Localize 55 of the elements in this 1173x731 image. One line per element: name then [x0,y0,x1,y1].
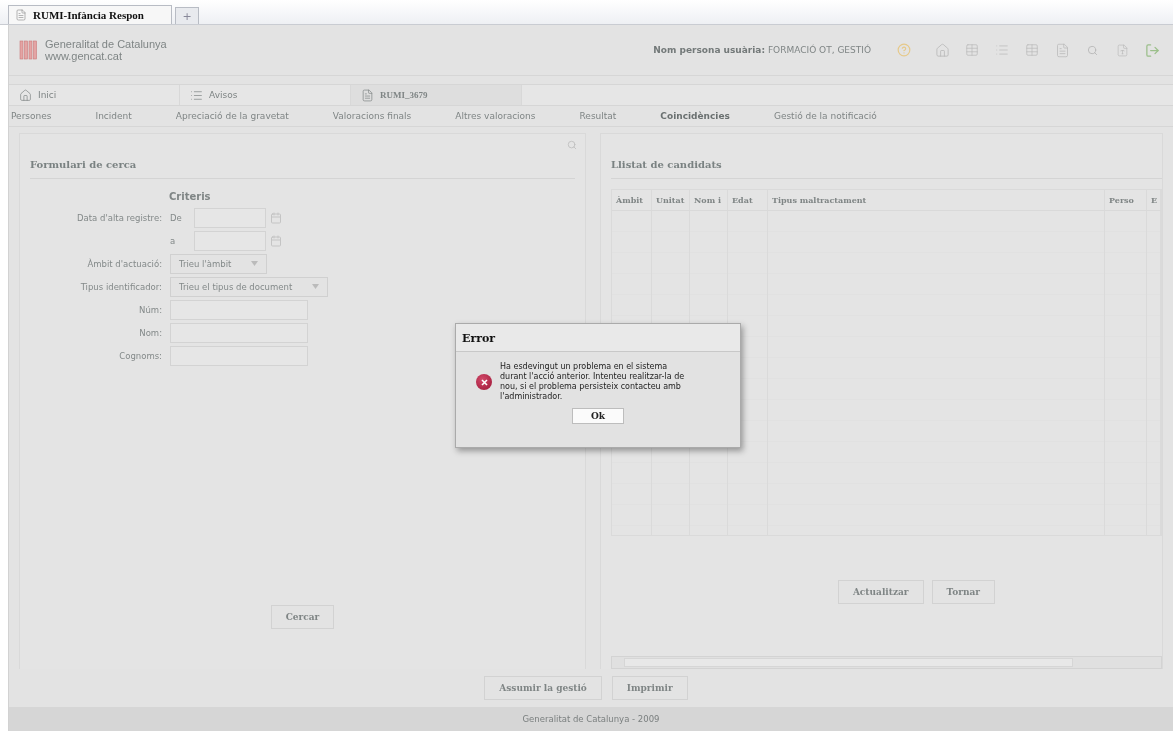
panel-title: Formulari de cerca [30,134,575,179]
field-label: Tipus identificador: [79,281,163,292]
subtab[interactable]: Gestió de la notificació [773,111,877,121]
action-button[interactable]: Imprimir [611,676,688,700]
dropdown[interactable]: Trieu l'àmbit [170,253,268,274]
subtab[interactable]: Persones [11,111,52,121]
field-label: a [170,235,177,246]
logo-icon [19,40,37,60]
field-label: Nom: [138,327,163,338]
dialog-title: Error [456,324,740,352]
organization-name: Generalitat de Catalunya [45,38,167,50]
calendar-icon[interactable] [270,234,282,247]
column-header[interactable]: E [1147,190,1161,210]
field-label: De [170,212,183,223]
search-button[interactable]: Cercar [270,605,335,629]
caret-icon [312,284,320,289]
column-header[interactable]: Tipus maltractament [768,190,1105,210]
new-tab-button[interactable]: + [175,7,199,24]
organization-url[interactable]: www.gencat.cat [45,50,167,62]
subtab[interactable]: Apreciació de la gravetat [175,111,289,121]
document-icon [361,88,374,102]
column-header[interactable]: Nom i [690,190,728,210]
column-header[interactable]: Perso [1105,190,1147,210]
list-icon [190,88,203,102]
column-header[interactable]: Àmbit [612,190,652,210]
subtab[interactable]: Resultat [579,111,617,121]
subtab[interactable]: Valoracions finals [332,111,412,121]
page-icon [15,9,27,21]
column-header[interactable]: Edat [728,190,768,210]
tab[interactable]: Inici [9,85,180,105]
error-message: Ha esdevingut un problema en el sistema durant l'acció anterior. Intenteu realitzar-la de nou, si el problema persisteix contacteu amb l'administrador. [500,362,685,402]
subtab[interactable]: Incident [95,111,132,121]
panel-title: Llistat de candidats [611,134,1162,179]
error-icon [476,374,492,390]
action-button[interactable]: Assumir la gestió [484,676,602,700]
field-label: Cognoms: [118,350,163,361]
footer-text: Generalitat de Catalunya - 2009 [9,707,1173,731]
subtab[interactable]: Altres valoracions [455,111,536,121]
calendar-icon[interactable] [270,211,282,224]
caret-icon [251,261,259,266]
subtab[interactable]: Coincidències [660,111,730,121]
column-header[interactable]: Unitat [652,190,690,210]
section-title: Criteris [169,191,212,202]
action-button[interactable]: Actualitzar [837,580,924,604]
field-label: Data d'alta registre: [76,212,163,223]
user-name: Nom persona usuària: FORMACIÓ OT, GESTIÓ [653,45,871,55]
action-button[interactable]: Tornar [931,580,996,604]
ok-button[interactable]: Ok [572,408,624,424]
browser-tab[interactable]: RUMI-Infància Respon [8,5,172,24]
field-label: Àmbit d'actuació: [86,258,163,269]
tab[interactable]: RUMI_3679 [351,85,522,105]
search-icon[interactable] [567,140,577,150]
home-icon [19,88,32,102]
dropdown[interactable]: Trieu el tipus de document [170,276,329,297]
field-label: Núm: [138,304,163,315]
